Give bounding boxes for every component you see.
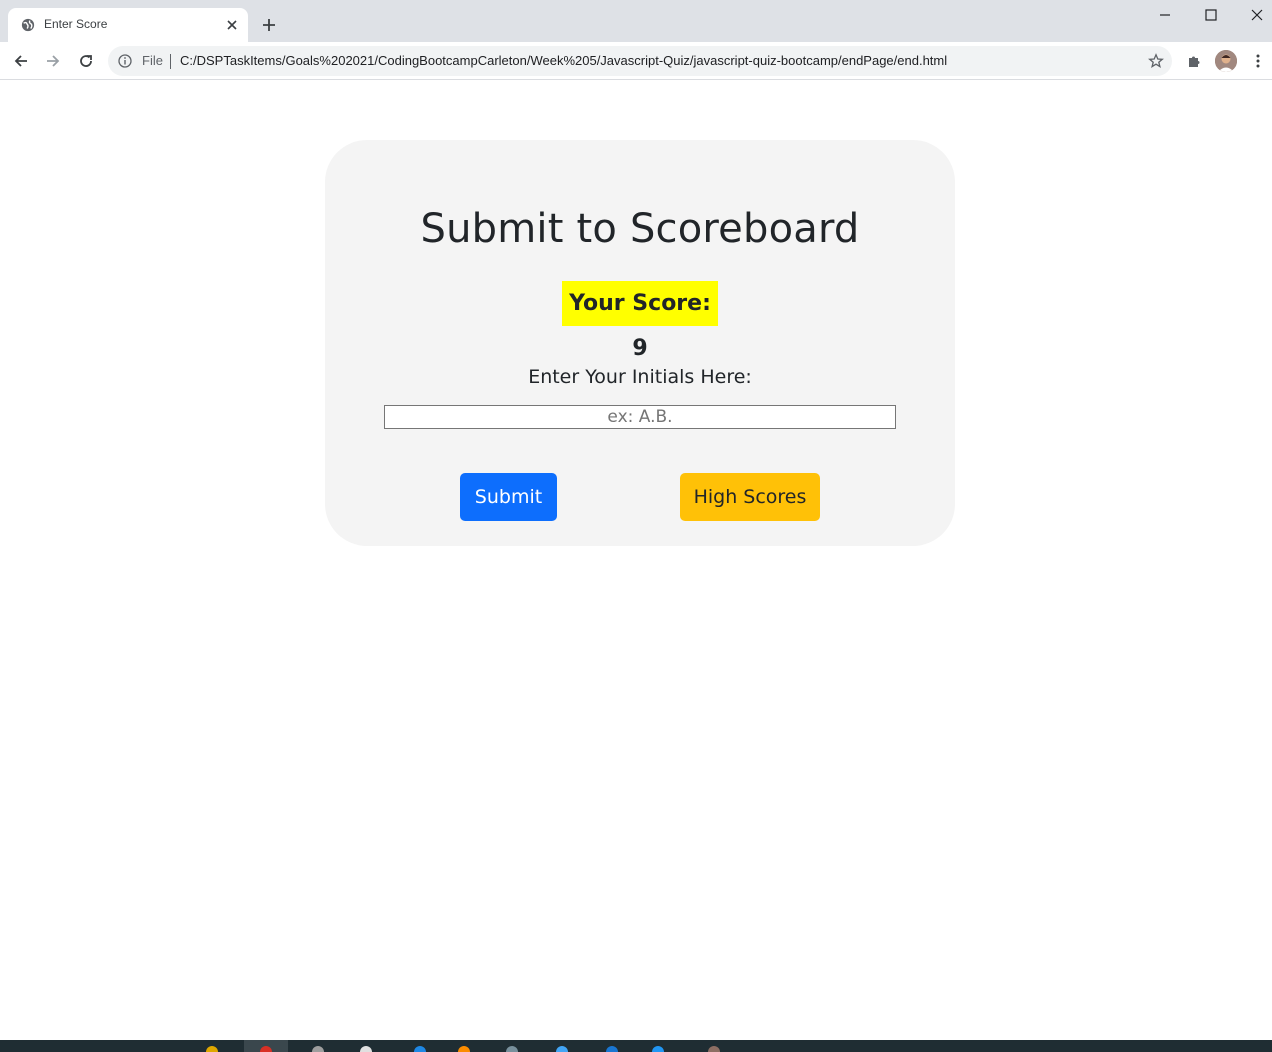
taskbar-app-icon[interactable]	[360, 1046, 372, 1052]
back-arrow-icon[interactable]	[12, 52, 30, 70]
minimize-icon[interactable]	[1158, 8, 1172, 22]
url-text[interactable]: C:/DSPTaskItems/Goals%202021/CodingBootc…	[180, 53, 947, 68]
taskbar-app-icon[interactable]	[506, 1046, 518, 1052]
high-scores-button[interactable]: High Scores	[680, 473, 820, 521]
kebab-menu-icon[interactable]	[1252, 53, 1264, 69]
taskbar-app-icon[interactable]	[556, 1046, 568, 1052]
taskbar-app-icon[interactable]	[458, 1046, 470, 1052]
score-display: Your Score: 9	[562, 281, 718, 361]
plus-icon[interactable]	[260, 16, 278, 34]
taskbar-app-icon[interactable]	[260, 1046, 272, 1052]
puzzle-icon[interactable]	[1186, 53, 1202, 69]
page-title: Submit to Scoreboard	[420, 206, 860, 252]
close-icon[interactable]	[225, 18, 239, 32]
taskbar-app-icon[interactable]	[206, 1046, 218, 1052]
tab-title: Enter Score	[44, 17, 108, 31]
initials-input[interactable]	[384, 405, 896, 429]
file-label: File	[142, 53, 163, 68]
profile-picture	[1215, 50, 1237, 72]
score-card: Submit to Scoreboard Your Score: 9 Enter…	[325, 140, 955, 546]
browser-tab[interactable]: Enter Score	[8, 8, 248, 42]
star-icon[interactable]	[1148, 53, 1164, 69]
submit-button[interactable]: Submit	[460, 473, 557, 521]
taskbar-app-icon[interactable]	[708, 1046, 720, 1052]
taskbar-app-icon[interactable]	[312, 1046, 324, 1052]
tab-strip: Enter Score	[0, 0, 1272, 42]
taskbar-app-icon[interactable]	[606, 1046, 618, 1052]
window-close-icon[interactable]	[1250, 8, 1264, 22]
globe-icon	[21, 18, 35, 32]
address-bar[interactable]: File C:/DSPTaskItems/Goals%202021/Coding…	[108, 46, 1172, 76]
taskbar-app-icon[interactable]	[414, 1046, 426, 1052]
avatar[interactable]	[1215, 50, 1237, 72]
maximize-icon[interactable]	[1204, 8, 1218, 22]
reload-icon[interactable]	[77, 52, 95, 70]
info-icon[interactable]	[118, 54, 132, 68]
taskbar-app-icon[interactable]	[652, 1046, 664, 1052]
initials-label: Enter Your Initials Here:	[528, 366, 752, 388]
browser-toolbar: File C:/DSPTaskItems/Goals%202021/Coding…	[0, 42, 1272, 80]
forward-arrow-icon[interactable]	[44, 52, 62, 70]
os-taskbar	[0, 1040, 1272, 1052]
address-divider	[170, 54, 171, 69]
